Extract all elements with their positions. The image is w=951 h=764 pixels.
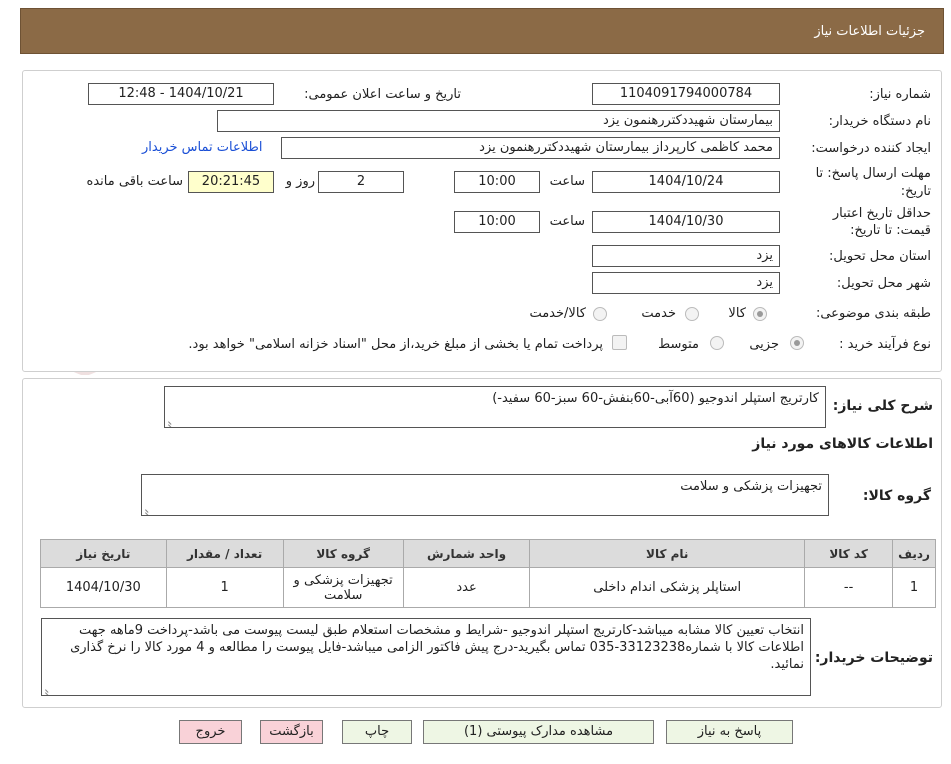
reply-button[interactable]: پاسخ به نیاز <box>666 720 793 744</box>
items-heading: اطلاعات کالاهای مورد نیاز <box>752 436 933 452</box>
remaining-time-field: 20:21:45 <box>188 171 274 193</box>
creator-label: ایجاد کننده درخواست: <box>811 141 931 156</box>
process-option-medium: متوسط <box>658 337 699 352</box>
validity-label-2: قیمت: تا تاریخ: <box>850 223 931 238</box>
cell-item-code: -- <box>804 567 894 608</box>
cell-item-name: استاپلر پزشکی اندام داخلی <box>529 567 806 608</box>
city-label: شهر محل تحویل: <box>836 276 931 291</box>
reply-time-field: 10:00 <box>454 171 540 193</box>
col-header-need-date: تاریخ نیاز <box>40 539 167 568</box>
reply-time-label: ساعت <box>549 174 585 189</box>
col-header-item-group: گروه کالا <box>282 539 404 568</box>
group-text: تجهیزات پزشکی و سلامت <box>680 479 822 494</box>
process-label: نوع فرآیند خرید : <box>839 337 931 352</box>
cell-unit: عدد <box>402 567 531 608</box>
buyer-notes-textarea[interactable]: انتخاب تعیین کالا مشابه میباشد-کارتریج ا… <box>41 618 811 696</box>
resize-grip-icon[interactable] <box>45 685 53 693</box>
province-label: استان محل تحویل: <box>829 249 931 264</box>
reply-date-field: 1404/10/24 <box>592 171 780 193</box>
exit-button[interactable]: خروج <box>179 720 242 744</box>
process-radio-medium[interactable] <box>710 336 724 350</box>
category-option-goods: کالا <box>728 306 746 321</box>
resize-grip-icon[interactable] <box>145 505 153 513</box>
buyer-contact-link[interactable]: اطلاعات تماس خریدار <box>142 140 262 155</box>
print-button[interactable]: چاپ <box>342 720 412 744</box>
process-option-minor: جزیی <box>749 337 779 352</box>
need-number-field: 1104091794000784 <box>592 83 780 105</box>
col-header-row-number: ردیف <box>892 539 936 568</box>
validity-label: حداقل تاریخ اعتبار <box>832 206 931 221</box>
buyer-org-field: بیمارستان شهیددکتررهنمون یزد <box>217 110 780 132</box>
treasury-payment-note: پرداخت تمام یا بخشی از مبلغ خرید،از محل … <box>188 337 603 352</box>
creator-field: محمد کاظمی کارپرداز بیمارستان شهیددکترره… <box>281 137 780 159</box>
treasury-payment-checkbox[interactable] <box>612 335 627 350</box>
summary-textarea[interactable]: کارتریج استپلر اندوجیو (60آبی-60بنفش-60 … <box>164 386 826 428</box>
category-radio-goods-service[interactable] <box>593 307 607 321</box>
col-header-quantity: تعداد / مقدار <box>165 539 284 568</box>
announce-label: تاریخ و ساعت اعلان عمومی: <box>304 87 461 102</box>
category-option-goods-service: کالا/خدمت <box>529 306 586 321</box>
resize-grip-icon[interactable] <box>168 417 176 425</box>
need-number-label: شماره نیاز: <box>869 87 931 102</box>
category-radio-goods[interactable] <box>753 307 767 321</box>
group-label: گروه کالا: <box>862 488 931 504</box>
table-row: 1 -- استاپلر پزشکی اندام داخلی عدد تجهیز… <box>40 567 936 608</box>
cell-quantity: 1 <box>165 567 284 608</box>
category-label: طبقه بندی موضوعی: <box>815 306 931 321</box>
province-field: یزد <box>592 245 780 267</box>
buyer-notes-label: توضیحات خریدار: <box>814 650 933 666</box>
page-header: جزئیات اطلاعات نیاز <box>20 8 944 54</box>
col-header-item-name: نام کالا <box>529 539 806 568</box>
cell-row-number: 1 <box>892 567 936 608</box>
process-radio-minor[interactable] <box>790 336 804 350</box>
reply-deadline-label-2: تاریخ: <box>900 184 931 199</box>
category-option-service: خدمت <box>641 306 676 321</box>
days-label: روز و <box>285 174 315 189</box>
summary-label: شرح کلی نیاز: <box>832 398 933 414</box>
group-textarea[interactable]: تجهیزات پزشکی و سلامت <box>141 474 829 516</box>
attachments-button[interactable]: مشاهده مدارک پیوستی (1) <box>423 720 654 744</box>
buyer-notes-text: انتخاب تعیین کالا مشابه میباشد-کارتریج ا… <box>70 623 804 672</box>
category-radio-service[interactable] <box>685 307 699 321</box>
buyer-org-label: نام دستگاه خریدار: <box>828 114 931 129</box>
back-button[interactable]: بازگشت <box>260 720 323 744</box>
table-header-row: ردیف کد کالا نام کالا واحد شمارش گروه کا… <box>40 539 936 568</box>
col-header-item-code: کد کالا <box>804 539 894 568</box>
summary-text: کارتریج استپلر اندوجیو (60آبی-60بنفش-60 … <box>492 391 819 406</box>
city-field: یزد <box>592 272 780 294</box>
reply-deadline-label: مهلت ارسال پاسخ: تا <box>815 166 931 181</box>
cell-item-group: تجهیزات پزشکی و سلامت <box>282 567 404 608</box>
col-header-unit: واحد شمارش <box>402 539 531 568</box>
page-title: جزئیات اطلاعات نیاز <box>814 24 925 39</box>
validity-time-field: 10:00 <box>454 211 540 233</box>
validity-time-label: ساعت <box>549 214 585 229</box>
remaining-time-label: ساعت باقی مانده <box>86 174 183 189</box>
items-table: ردیف کد کالا نام کالا واحد شمارش گروه کا… <box>40 539 936 608</box>
announce-datetime-field: 1404/10/21 - 12:48 <box>88 83 274 105</box>
validity-date-field: 1404/10/30 <box>592 211 780 233</box>
cell-need-date: 1404/10/30 <box>40 567 167 608</box>
days-remaining-field: 2 <box>318 171 404 193</box>
